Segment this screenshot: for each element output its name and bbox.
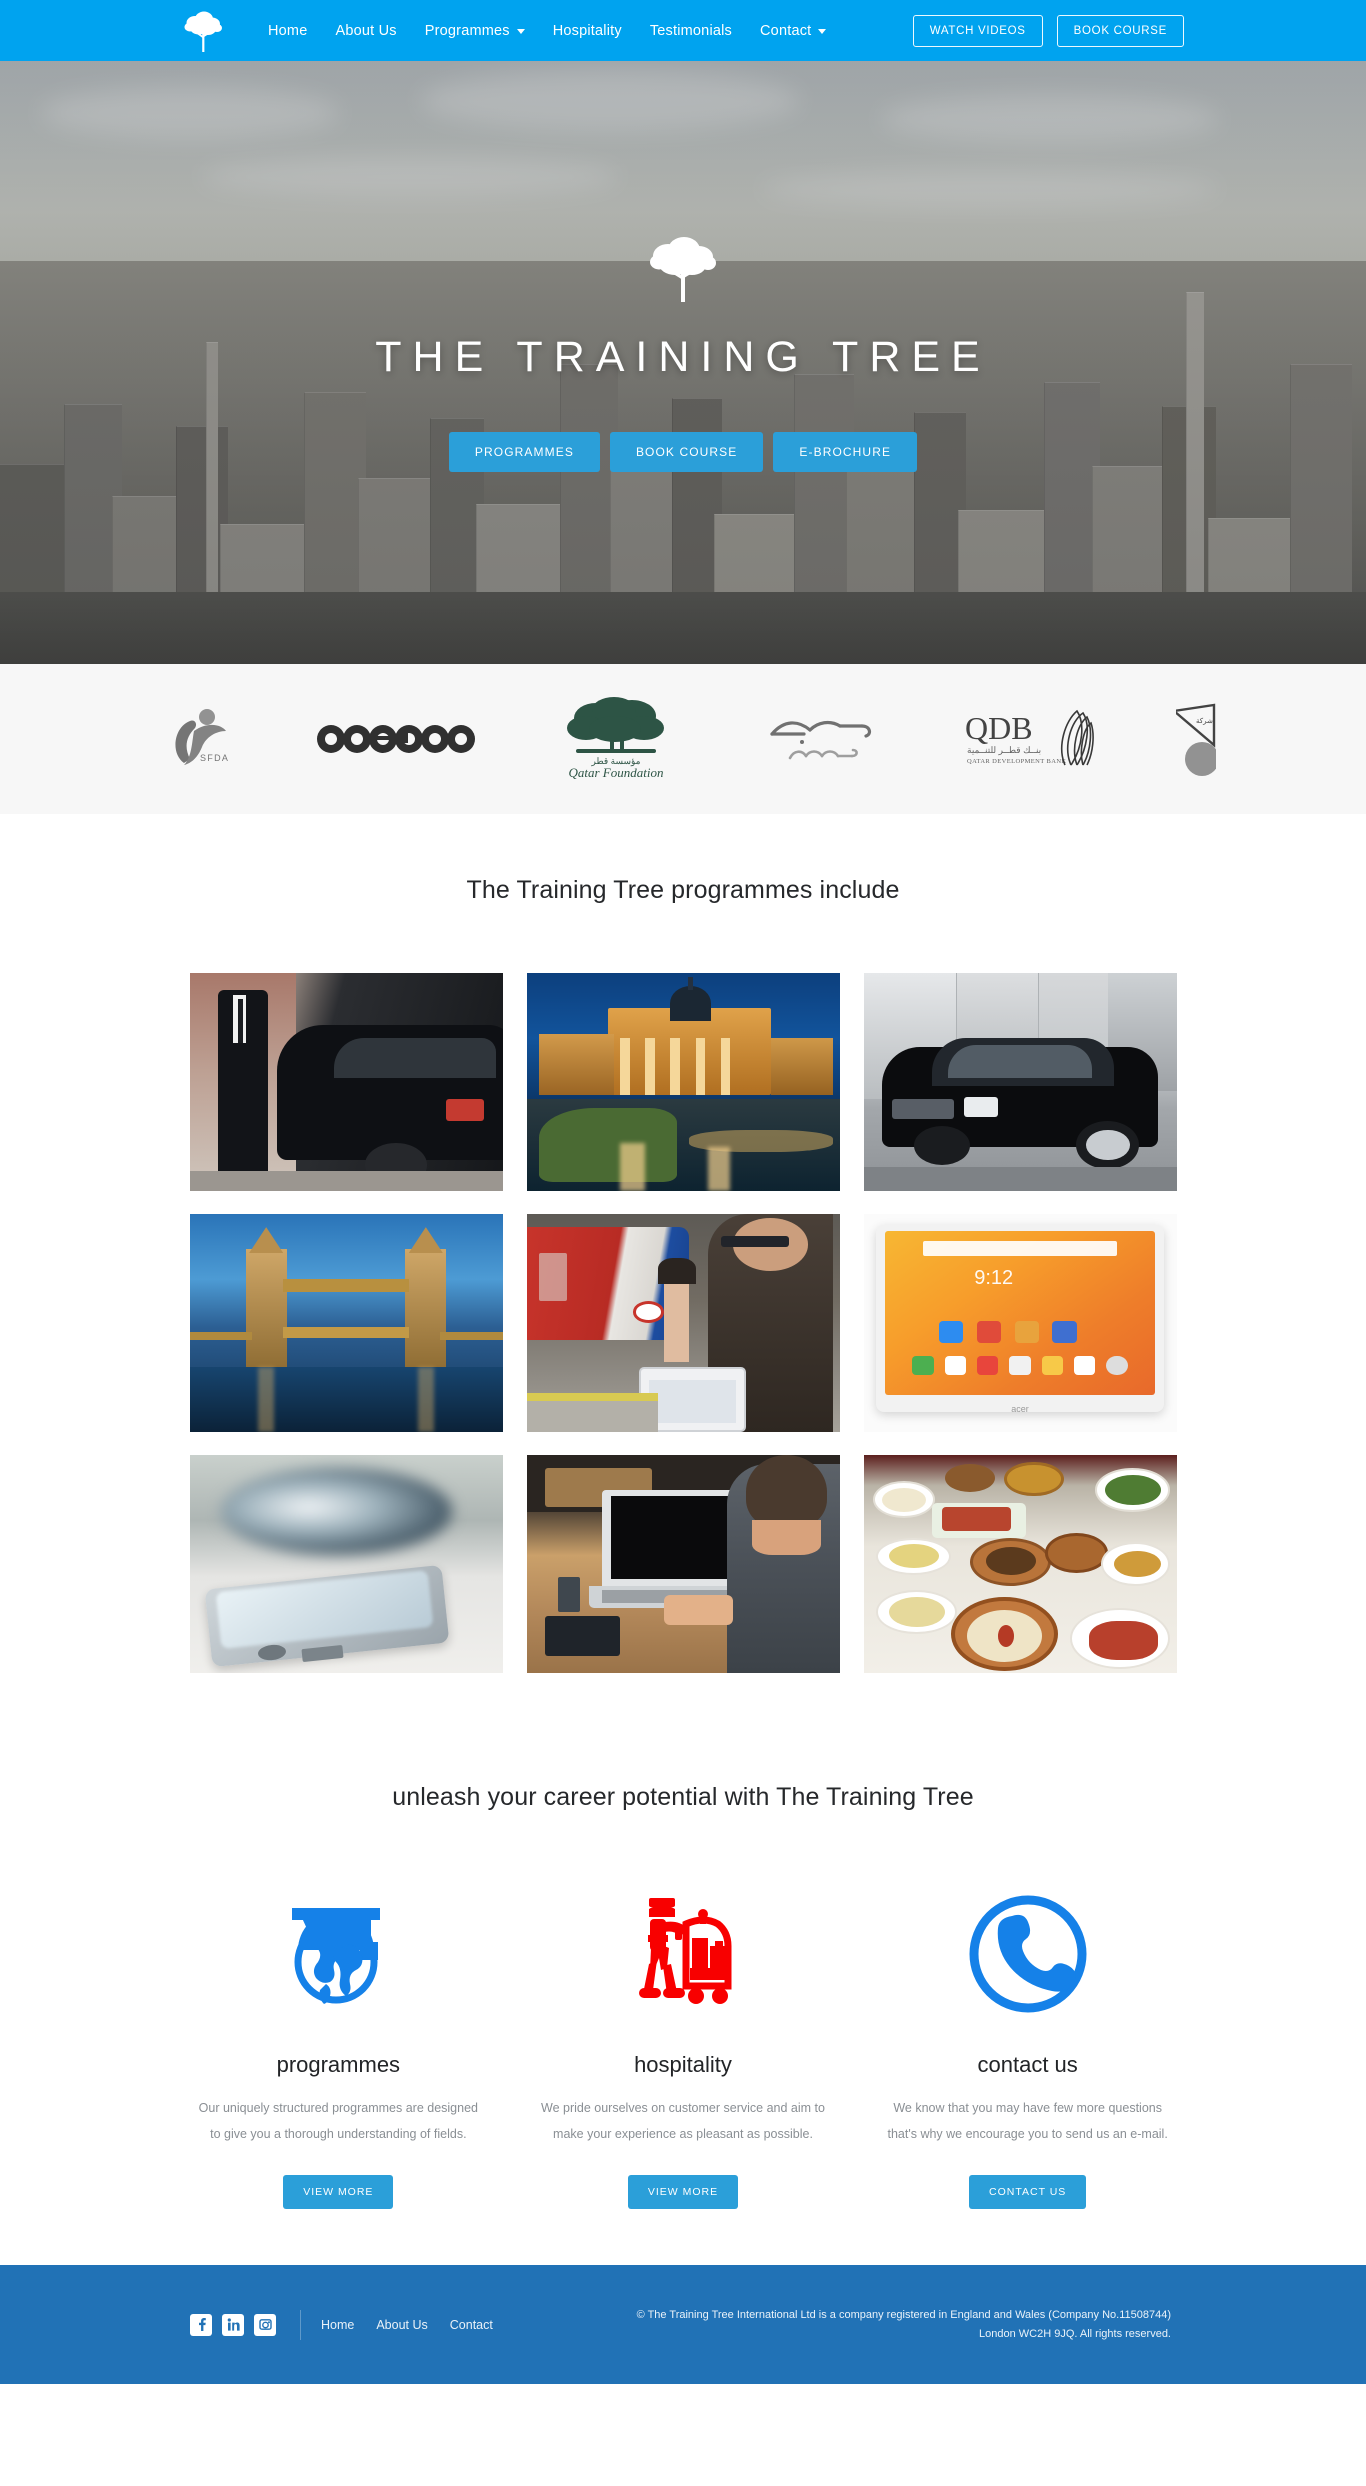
contact-us-button[interactable]: CONTACT US xyxy=(969,2175,1087,2210)
footer-link-contact[interactable]: Contact xyxy=(450,2318,493,2332)
copyright-line-2: London WC2H 9JQ. All rights reserved. xyxy=(979,2327,1171,2340)
programme-tile-laptop-work[interactable] xyxy=(526,1455,840,1673)
svg-text:QDB: QDB xyxy=(965,710,1033,746)
nav-item-label: Testimonials xyxy=(649,22,733,39)
chevron-down-icon xyxy=(516,29,525,34)
features-section: unleash your career potential with The T… xyxy=(0,1703,1366,2266)
partner-logo-icon[interactable]: شركة xyxy=(1175,701,1216,777)
hospitality-view-more-button[interactable]: VIEW MORE xyxy=(627,2175,739,2210)
feature-card-programmes: programmes Our uniquely structured progr… xyxy=(178,1874,499,2210)
programmes-image-grid: 9:12 acer xyxy=(178,973,1188,1673)
footer-copyright: © The Training Tree International Ltd is… xyxy=(637,2306,1171,2345)
feature-card-description: We pride ourselves on customer service a… xyxy=(541,2101,825,2141)
nav-item-label: Contact xyxy=(760,22,812,39)
feature-card-title: programmes xyxy=(276,2052,401,2077)
qdb-logo-icon[interactable]: QDB بنــك قطــر للتنــمية QATAR DEVELOPM… xyxy=(959,703,1099,775)
nav-item-contact[interactable]: Contact xyxy=(746,15,840,47)
svg-text:Qatar Foundation: Qatar Foundation xyxy=(569,765,664,780)
hero-buttons: PROGRAMMES BOOK COURSE E-BROCHURE xyxy=(448,431,918,472)
footer-nav: Home About Us Contact xyxy=(321,2318,493,2332)
programme-tile-tablet-device[interactable]: 9:12 acer xyxy=(863,1214,1177,1432)
svg-text:شركة: شركة xyxy=(1196,717,1213,725)
footer-link-about-us[interactable]: About Us xyxy=(376,2318,427,2332)
hero-programmes-button[interactable]: PROGRAMMES xyxy=(448,431,600,472)
nav-item-home[interactable]: Home xyxy=(254,15,321,47)
qatar-foundation-logo-icon[interactable]: مؤسسة قطر Qatar Foundation xyxy=(552,696,680,782)
programmes-view-more-button[interactable]: VIEW MORE xyxy=(283,2175,394,2210)
hero-book-course-button[interactable]: BOOK COURSE xyxy=(609,431,764,472)
copyright-line-1: © The Training Tree International Ltd is… xyxy=(636,2308,1171,2321)
graduation-globe-icon xyxy=(196,1874,481,2034)
feature-card-description: Our uniquely structured programmes are d… xyxy=(198,2101,478,2141)
linkedin-icon[interactable] xyxy=(222,2313,244,2336)
hero-e-brochure-button[interactable]: E-BROCHURE xyxy=(773,431,918,472)
sfda-logo-icon[interactable]: SFDA xyxy=(160,701,238,777)
tree-logo-icon[interactable] xyxy=(180,8,226,54)
top-navigation-bar: Home About Us Programmes Hospitality Tes… xyxy=(0,0,1366,61)
page-footer: Home About Us Contact © The Training Tre… xyxy=(0,2265,1366,2385)
feature-card-description: We know that you may have few more quest… xyxy=(887,2101,1168,2141)
client-logos-strip: SFDA مؤسسة قطر Qatar Foundation QDB بنــ… xyxy=(0,664,1366,814)
nav-item-testimonials[interactable]: Testimonials xyxy=(636,15,746,47)
hero-title: THE TRAINING TREE xyxy=(375,332,991,381)
ooredoo-logo-icon[interactable] xyxy=(315,724,476,754)
nav-actions: WATCH VIDEOS BOOK COURSE xyxy=(912,14,1184,47)
nav-item-about-us[interactable]: About Us xyxy=(321,15,410,47)
phone-circle-icon xyxy=(885,1874,1170,2034)
feature-card-title: contact us xyxy=(977,2052,1078,2077)
facebook-icon[interactable] xyxy=(190,2313,212,2336)
nav-item-label: Programmes xyxy=(424,22,510,39)
programme-tile-luxury-car[interactable] xyxy=(863,973,1177,1191)
sabic-logo-icon[interactable] xyxy=(758,708,882,770)
nav-item-label: Home xyxy=(268,22,308,39)
watch-videos-button[interactable]: WATCH VIDEOS xyxy=(912,14,1043,47)
bellhop-luggage-cart-icon xyxy=(541,1874,826,2034)
programme-tile-tower-bridge[interactable] xyxy=(189,1214,503,1432)
nav-item-label: Hospitality xyxy=(552,22,622,39)
features-cards: programmes Our uniquely structured progr… xyxy=(178,1874,1188,2210)
hero-banner: THE TRAINING TREE PROGRAMMES BOOK COURSE… xyxy=(0,61,1366,664)
programme-tile-trafalgar-square[interactable] xyxy=(526,973,840,1191)
nav-item-label: About Us xyxy=(335,22,397,39)
svg-text:QATAR DEVELOPMENT BANK: QATAR DEVELOPMENT BANK xyxy=(967,758,1067,765)
instagram-icon[interactable] xyxy=(254,2313,276,2336)
footer-link-home[interactable]: Home xyxy=(321,2318,354,2332)
programmes-section: The Training Tree programmes include 9:1… xyxy=(0,814,1366,1703)
programme-tile-food-spread[interactable] xyxy=(863,1455,1177,1673)
programme-tile-smartphone[interactable] xyxy=(189,1455,503,1673)
feature-card-title: hospitality xyxy=(634,2052,732,2077)
programme-tile-commuter-tablet[interactable] xyxy=(526,1214,840,1432)
svg-text:بنــك قطــر للتنــمية: بنــك قطــر للتنــمية xyxy=(967,745,1041,756)
chevron-down-icon xyxy=(818,29,827,34)
feature-card-hospitality: hospitality We pride ourselves on custom… xyxy=(523,1874,844,2210)
nav-item-hospitality[interactable]: Hospitality xyxy=(539,15,636,47)
footer-divider xyxy=(300,2309,301,2340)
nav-links: Home About Us Programmes Hospitality Tes… xyxy=(254,15,840,47)
nav-item-programmes[interactable]: Programmes xyxy=(411,15,539,47)
tree-logo-icon xyxy=(643,236,723,311)
feature-card-contact-us: contact us We know that you may have few… xyxy=(867,1874,1188,2210)
programme-tile-chauffeur[interactable] xyxy=(189,973,503,1191)
features-heading: unleash your career potential with The T… xyxy=(392,1783,974,1811)
svg-text:SFDA: SFDA xyxy=(200,753,229,763)
programmes-heading: The Training Tree programmes include xyxy=(466,876,900,904)
book-course-button[interactable]: BOOK COURSE xyxy=(1056,14,1184,47)
